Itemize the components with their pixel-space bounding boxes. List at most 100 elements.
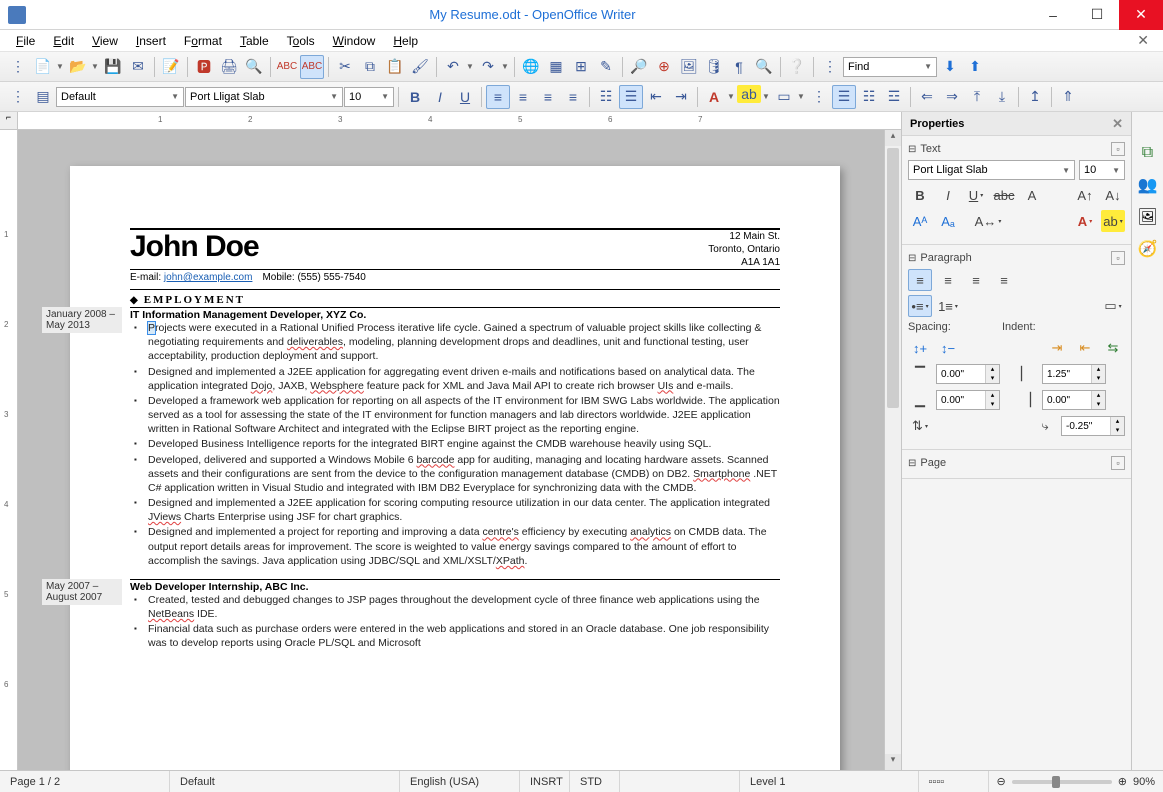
close-button[interactable]: ✕ bbox=[1119, 0, 1163, 30]
undo-icon[interactable]: ↶ bbox=[441, 55, 465, 79]
status-page[interactable]: Page 1 / 2 bbox=[0, 771, 170, 792]
before-indent-input[interactable]: ▴▾ bbox=[1042, 364, 1106, 384]
highlight-button[interactable]: ab▾ bbox=[1101, 210, 1125, 232]
handle-icon[interactable]: ⋮ bbox=[6, 55, 30, 79]
print-icon[interactable]: 🖨 bbox=[217, 55, 241, 79]
align-right-button[interactable]: ≡ bbox=[536, 85, 560, 109]
hyperlink-icon[interactable]: 🌐 bbox=[519, 55, 543, 79]
bullet-list-button[interactable]: •≡▾ bbox=[908, 295, 932, 317]
doc-close-icon[interactable]: ✕ bbox=[1131, 32, 1155, 49]
zoom-out-icon[interactable]: ⊖ bbox=[997, 775, 1006, 788]
menu-table[interactable]: Table bbox=[232, 32, 277, 50]
spacing-button[interactable]: A↔▾ bbox=[976, 210, 1000, 232]
italic-button[interactable]: I bbox=[936, 184, 960, 206]
vertical-scrollbar[interactable]: ▴ ▾ bbox=[884, 130, 901, 770]
list-item[interactable]: Developed a framework web application fo… bbox=[144, 394, 780, 437]
numbered-list-button[interactable]: 1≡▾ bbox=[936, 295, 960, 317]
moveup-icon[interactable]: ↥ bbox=[1023, 85, 1047, 109]
resume-name[interactable]: John Doe bbox=[130, 230, 259, 269]
list-item[interactable]: Created, tested and debugged changes to … bbox=[144, 593, 780, 621]
menu-window[interactable]: Window bbox=[325, 32, 384, 50]
more-icon[interactable]: ▫ bbox=[1111, 456, 1125, 470]
subscript-button[interactable]: Aₐ bbox=[936, 210, 960, 232]
brush-icon[interactable]: 🖌 bbox=[408, 55, 432, 79]
decr-indent-button[interactable]: ⇤ bbox=[1073, 337, 1097, 359]
close-icon[interactable]: ✕ bbox=[1112, 116, 1123, 132]
movedown-icon[interactable]: ⇑ bbox=[1056, 85, 1080, 109]
bold-button[interactable]: B bbox=[403, 85, 427, 109]
align-left-button[interactable]: ≡ bbox=[486, 85, 510, 109]
chevron-down-icon[interactable]: ▼ bbox=[796, 85, 806, 109]
job-block[interactable]: January 2008 – May 2013 IT Information M… bbox=[130, 307, 780, 569]
indent-button[interactable]: ⇥ bbox=[669, 85, 693, 109]
chevron-down-icon[interactable]: ▼ bbox=[726, 85, 736, 109]
job-title[interactable]: Web Developer Internship, ABC Inc. bbox=[130, 579, 780, 593]
open-icon[interactable]: 📂 bbox=[66, 55, 90, 79]
superscript-button[interactable]: Aᴬ bbox=[908, 210, 932, 232]
underline-button[interactable]: U bbox=[453, 85, 477, 109]
job-title[interactable]: IT Information Management Developer, XYZ… bbox=[130, 307, 780, 321]
below-spacing-input[interactable]: ▴▾ bbox=[936, 390, 1000, 410]
align-right-button[interactable]: ≡ bbox=[964, 269, 988, 291]
incr-indent-button[interactable]: ⇥ bbox=[1045, 337, 1069, 359]
menu-help[interactable]: Help bbox=[385, 32, 426, 50]
resume-address[interactable]: 12 Main St. Toronto, Ontario A1A 1A1 bbox=[708, 230, 780, 269]
spellcheck-icon[interactable]: ABC bbox=[275, 55, 299, 79]
menu-insert[interactable]: Insert bbox=[128, 32, 174, 50]
status-sel[interactable] bbox=[620, 771, 740, 792]
edit-icon[interactable]: 📝 bbox=[159, 55, 183, 79]
bold-button[interactable]: B bbox=[908, 184, 932, 206]
hanging-indent-button[interactable]: ⇆ bbox=[1101, 337, 1125, 359]
list-item[interactable]: Developed Business Intelligence reports … bbox=[144, 437, 780, 451]
chevron-down-icon[interactable]: ▼ bbox=[55, 55, 65, 79]
save-icon[interactable]: 💾 bbox=[101, 55, 125, 79]
email-icon[interactable]: ✉ bbox=[126, 55, 150, 79]
chevron-down-icon[interactable]: ▼ bbox=[761, 85, 771, 109]
menu-format[interactable]: Format bbox=[176, 32, 230, 50]
section-header[interactable]: EMPLOYMENT bbox=[130, 290, 780, 307]
email-link[interactable]: john@example.com bbox=[164, 272, 253, 283]
vertical-ruler[interactable]: 123 456 bbox=[0, 130, 18, 770]
size-combo[interactable]: 10▼ bbox=[344, 87, 394, 107]
list-item[interactable]: Developed, delivered and supported a Win… bbox=[144, 453, 780, 496]
chevron-down-icon[interactable]: ▼ bbox=[500, 55, 510, 79]
styles-icon[interactable]: ▤ bbox=[31, 85, 55, 109]
job-block[interactable]: May 2007 – August 2007 Web Developer Int… bbox=[130, 579, 780, 652]
zoom-in-icon[interactable]: ⊕ bbox=[1118, 775, 1127, 788]
handle-icon[interactable]: ⋮ bbox=[807, 85, 831, 109]
navigator-tab-icon[interactable]: 🧭 bbox=[1135, 236, 1161, 262]
menu-file[interactable]: File bbox=[8, 32, 43, 50]
shadow-button[interactable]: A bbox=[1020, 184, 1044, 206]
status-lang[interactable]: English (USA) bbox=[400, 771, 520, 792]
table-icon[interactable]: ▦ bbox=[544, 55, 568, 79]
shrink-font-button[interactable]: A↓ bbox=[1101, 184, 1125, 206]
resume-contact[interactable]: E-mail: john@example.com Mobile: (555) 5… bbox=[130, 270, 780, 289]
status-level[interactable]: Level 1 bbox=[740, 771, 919, 792]
job-date[interactable]: January 2008 – May 2013 bbox=[42, 307, 122, 333]
list-item[interactable]: Designed and implemented a J2EE applicat… bbox=[144, 365, 780, 393]
find-icon[interactable]: 🔎 bbox=[627, 55, 651, 79]
bgcolor-button[interactable]: ▭ bbox=[772, 85, 796, 109]
handle-icon[interactable]: ⋮ bbox=[818, 55, 842, 79]
maximize-button[interactable]: ☐ bbox=[1075, 0, 1119, 30]
list-item[interactable]: Designed and implemented a J2EE applicat… bbox=[144, 496, 780, 524]
chevron-down-icon[interactable]: ▼ bbox=[465, 55, 475, 79]
new-icon[interactable]: 📄 bbox=[31, 55, 55, 79]
cut-icon[interactable]: ✂ bbox=[333, 55, 357, 79]
copy-icon[interactable]: ⧉ bbox=[358, 55, 382, 79]
menu-edit[interactable]: Edit bbox=[45, 32, 82, 50]
demote-icon[interactable]: ⤓ bbox=[990, 85, 1014, 109]
gallery-tab-icon[interactable]: 🖼 bbox=[1135, 204, 1161, 230]
align-justify-button[interactable]: ≡ bbox=[561, 85, 585, 109]
font-combo[interactable]: Port Lligat Slab▼ bbox=[185, 87, 343, 107]
view-buttons[interactable]: ▫▫▫▫ bbox=[919, 771, 989, 792]
handle-icon[interactable]: ⋮ bbox=[6, 85, 30, 109]
align-center-button[interactable]: ≡ bbox=[936, 269, 960, 291]
list-item[interactable]: Projects were executed in a Rational Uni… bbox=[144, 321, 780, 364]
firstline-indent-input[interactable]: ▴▾ bbox=[1061, 416, 1125, 436]
section-toggle[interactable]: Page▫ bbox=[908, 454, 1125, 470]
redo-icon[interactable]: ↷ bbox=[476, 55, 500, 79]
highlight-button[interactable]: ab bbox=[737, 85, 761, 103]
above-spacing-input[interactable]: ▴▾ bbox=[936, 364, 1000, 384]
horizontal-ruler[interactable]: ⌐ 123 456 7 bbox=[0, 112, 901, 130]
